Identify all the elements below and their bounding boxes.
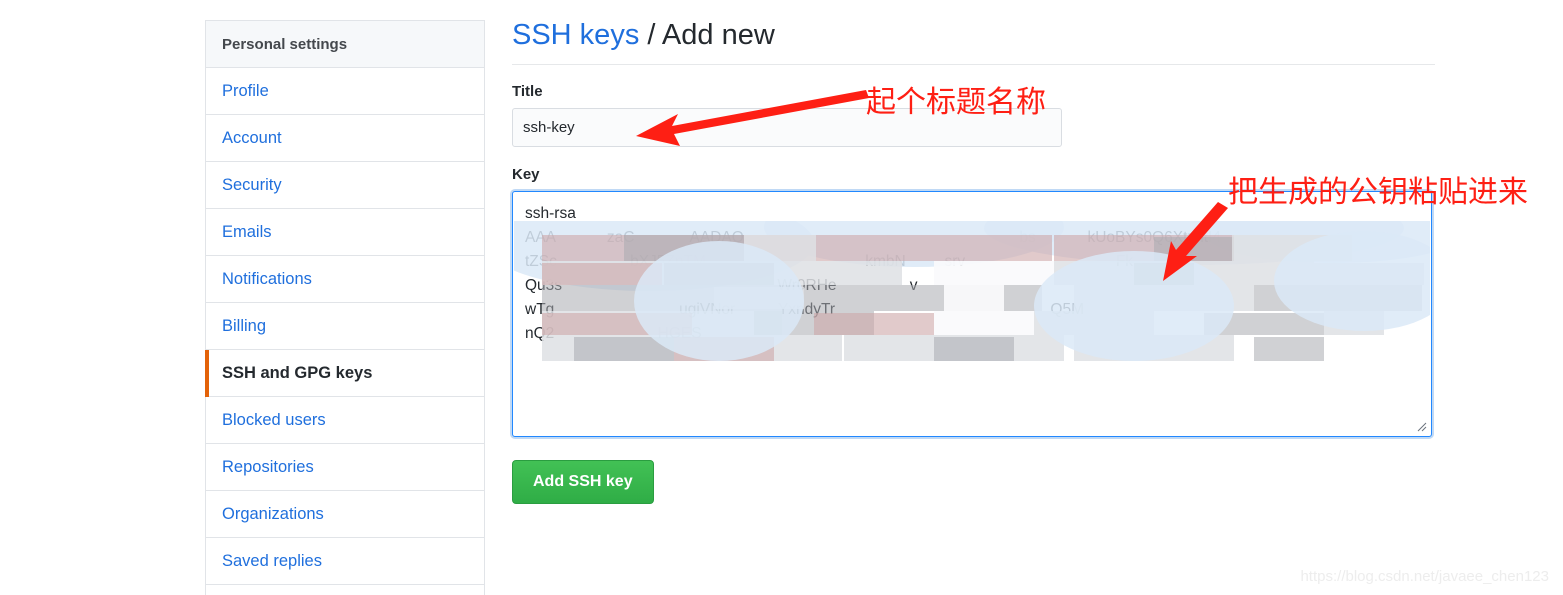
sidebar-item-truncated[interactable] bbox=[206, 585, 484, 595]
sidebar-item-label: Emails bbox=[222, 222, 272, 241]
watermark: https://blog.csdn.net/javaee_chen123 bbox=[1300, 568, 1549, 585]
sidebar-item-label: Billing bbox=[222, 316, 267, 335]
sidebar-item-organizations[interactable]: Organizations bbox=[206, 491, 484, 538]
sidebar-item-repositories[interactable]: Repositories bbox=[206, 444, 484, 491]
header-divider bbox=[512, 63, 1435, 65]
sidebar-item-profile[interactable]: Profile bbox=[206, 68, 484, 115]
sidebar-item-billing[interactable]: Billing bbox=[206, 303, 484, 350]
sidebar-item-label: Profile bbox=[222, 81, 269, 100]
breadcrumb-current: Add new bbox=[661, 19, 775, 51]
sidebar-item-saved-replies[interactable]: Saved replies bbox=[206, 538, 484, 585]
key-textarea[interactable]: ssh-rsa AAA zaC AADAQ bs kUoBYs0Q6XtzhtI… bbox=[512, 190, 1432, 437]
sidebar-item-ssh-and-gpg-keys[interactable]: SSH and GPG keys bbox=[205, 350, 484, 397]
breadcrumb-separator: / bbox=[647, 19, 656, 51]
page-root: Personal settings Profile Account Securi… bbox=[0, 0, 1563, 595]
sidebar-item-blocked-users[interactable]: Blocked users bbox=[206, 397, 484, 444]
sidebar-item-label: Repositories bbox=[222, 457, 314, 476]
sidebar-item-account[interactable]: Account bbox=[206, 115, 484, 162]
sidebar-item-label: Account bbox=[222, 128, 282, 147]
sidebar-item-notifications[interactable]: Notifications bbox=[206, 256, 484, 303]
sidebar-item-label: SSH and GPG keys bbox=[222, 363, 373, 382]
annotation-label-key: 把生成的公钥粘贴进来 bbox=[1228, 175, 1528, 210]
key-field-wrapper: ssh-rsa AAA zaC AADAQ bs kUoBYs0Q6XtzhtI… bbox=[512, 190, 1432, 437]
settings-sidebar: Personal settings Profile Account Securi… bbox=[205, 20, 485, 595]
annotation-label-title: 起个标题名称 bbox=[866, 85, 1046, 120]
page-title: SSH keys / Add new bbox=[512, 19, 1437, 64]
add-ssh-key-button[interactable]: Add SSH key bbox=[512, 459, 654, 504]
sidebar-item-label: Blocked users bbox=[222, 410, 326, 429]
sidebar-item-security[interactable]: Security bbox=[206, 162, 484, 209]
sidebar-item-label: Notifications bbox=[222, 269, 312, 288]
sidebar-item-label: Organizations bbox=[222, 504, 324, 523]
breadcrumb-link-ssh-keys[interactable]: SSH keys bbox=[512, 19, 639, 51]
sidebar-item-emails[interactable]: Emails bbox=[206, 209, 484, 256]
sidebar-item-label: Security bbox=[222, 175, 282, 194]
sidebar-item-label: Saved replies bbox=[222, 551, 322, 570]
sidebar-header: Personal settings bbox=[206, 21, 484, 68]
